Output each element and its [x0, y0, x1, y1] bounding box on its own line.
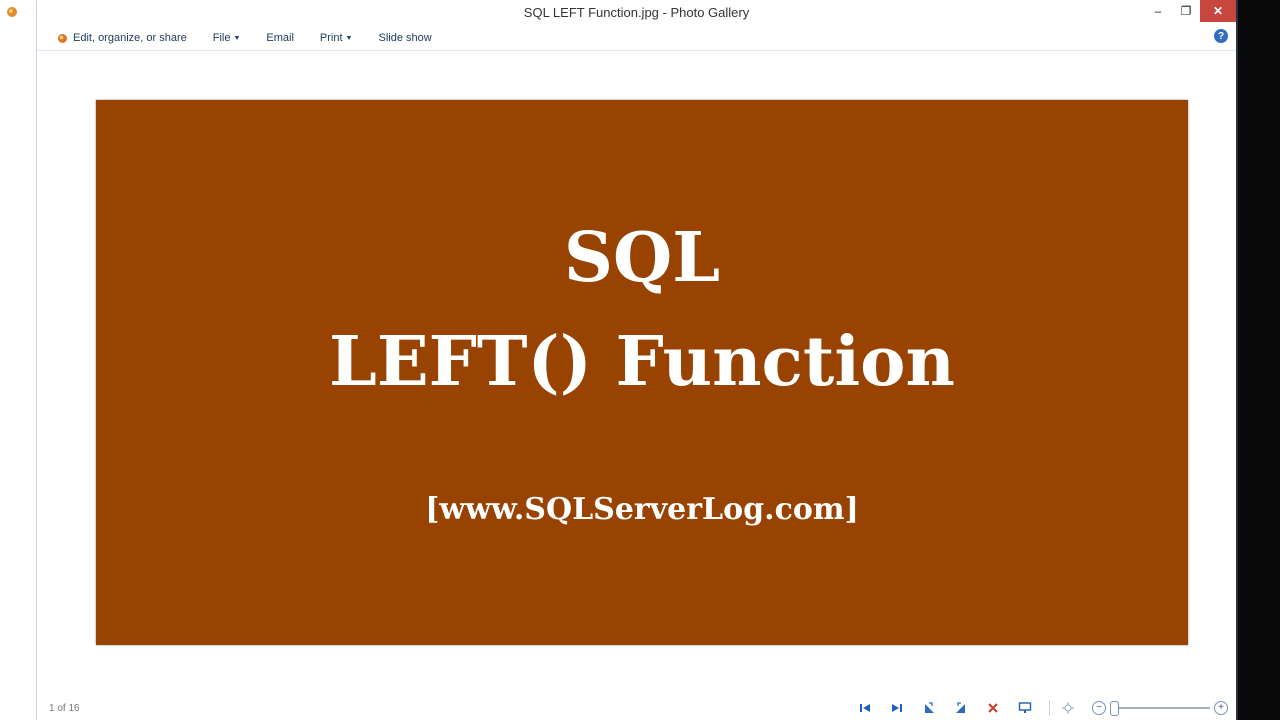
- file-menu[interactable]: File ▼: [213, 32, 241, 44]
- file-menu-label: File: [212, 32, 231, 44]
- photo-title-line-2: LEFT() Function: [329, 322, 955, 402]
- zoom-slider[interactable]: [1110, 701, 1210, 716]
- desktop-left-edge: [0, 0, 36, 720]
- delete-button[interactable]: [985, 700, 1001, 716]
- email-button[interactable]: Email: [266, 32, 294, 44]
- photo-gallery-window: SQL LEFT Function.jpg - Photo Gallery – …: [7, 0, 1236, 720]
- chevron-down-icon: ▼: [345, 34, 353, 42]
- close-button[interactable]: ✕: [1200, 0, 1236, 22]
- status-bar: 1 of 16 − +: [37, 696, 1236, 720]
- gallery-app-icon: [7, 7, 17, 17]
- minimize-button[interactable]: –: [1144, 0, 1172, 22]
- edit-organize-share-button[interactable]: Edit, organize, or share: [57, 32, 187, 44]
- slide-show-button[interactable]: Slide show: [378, 32, 431, 44]
- zoom-out-icon[interactable]: −: [1092, 701, 1106, 715]
- delete-icon: [988, 703, 998, 713]
- zoom-in-icon[interactable]: +: [1214, 701, 1228, 715]
- rotate-left-button[interactable]: [921, 700, 937, 716]
- email-label: Email: [266, 32, 294, 44]
- slide-show-label: Slide show: [378, 32, 432, 44]
- rotate-right-button[interactable]: [953, 700, 969, 716]
- rotate-left-icon: [925, 702, 934, 713]
- next-button[interactable]: [889, 700, 905, 716]
- slideshow-icon: [1018, 702, 1032, 713]
- photo-counter: 1 of 16: [49, 702, 80, 714]
- previous-button[interactable]: [857, 700, 873, 716]
- photo-website-line: [www.SQLServerLog.com]: [425, 492, 859, 527]
- window-title: SQL LEFT Function.jpg - Photo Gallery: [523, 4, 750, 20]
- print-menu-label: Print: [319, 32, 343, 44]
- chevron-down-icon: ▼: [233, 34, 241, 42]
- zoom-control: − +: [1092, 701, 1228, 716]
- zoom-slider-thumb[interactable]: [1110, 701, 1119, 716]
- divider: [1049, 700, 1050, 716]
- window-controls: – ❐ ✕: [1144, 0, 1236, 22]
- photo-view: SQL LEFT() Function [www.SQLServerLog.co…: [96, 100, 1188, 645]
- desktop-right-edge: [1236, 0, 1280, 720]
- previous-icon: [860, 704, 870, 712]
- next-icon: [892, 704, 902, 712]
- help-icon[interactable]: ?: [1214, 29, 1228, 43]
- actual-size-button[interactable]: [1060, 700, 1076, 716]
- rotate-right-icon: [956, 702, 965, 713]
- command-bar: Edit, organize, or share File ▼ Email Pr…: [37, 26, 1236, 51]
- play-slide-show-button[interactable]: [1017, 700, 1033, 716]
- edit-icon: [58, 33, 67, 43]
- title-bar[interactable]: SQL LEFT Function.jpg - Photo Gallery – …: [7, 0, 1236, 24]
- restore-button[interactable]: ❐: [1172, 0, 1200, 22]
- edit-organize-share-label: Edit, organize, or share: [73, 32, 187, 44]
- actual-size-icon: [1062, 702, 1074, 714]
- navigation-controls: − +: [857, 700, 1228, 716]
- photo-title-line-1: SQL: [563, 218, 721, 298]
- print-menu[interactable]: Print ▼: [320, 32, 353, 44]
